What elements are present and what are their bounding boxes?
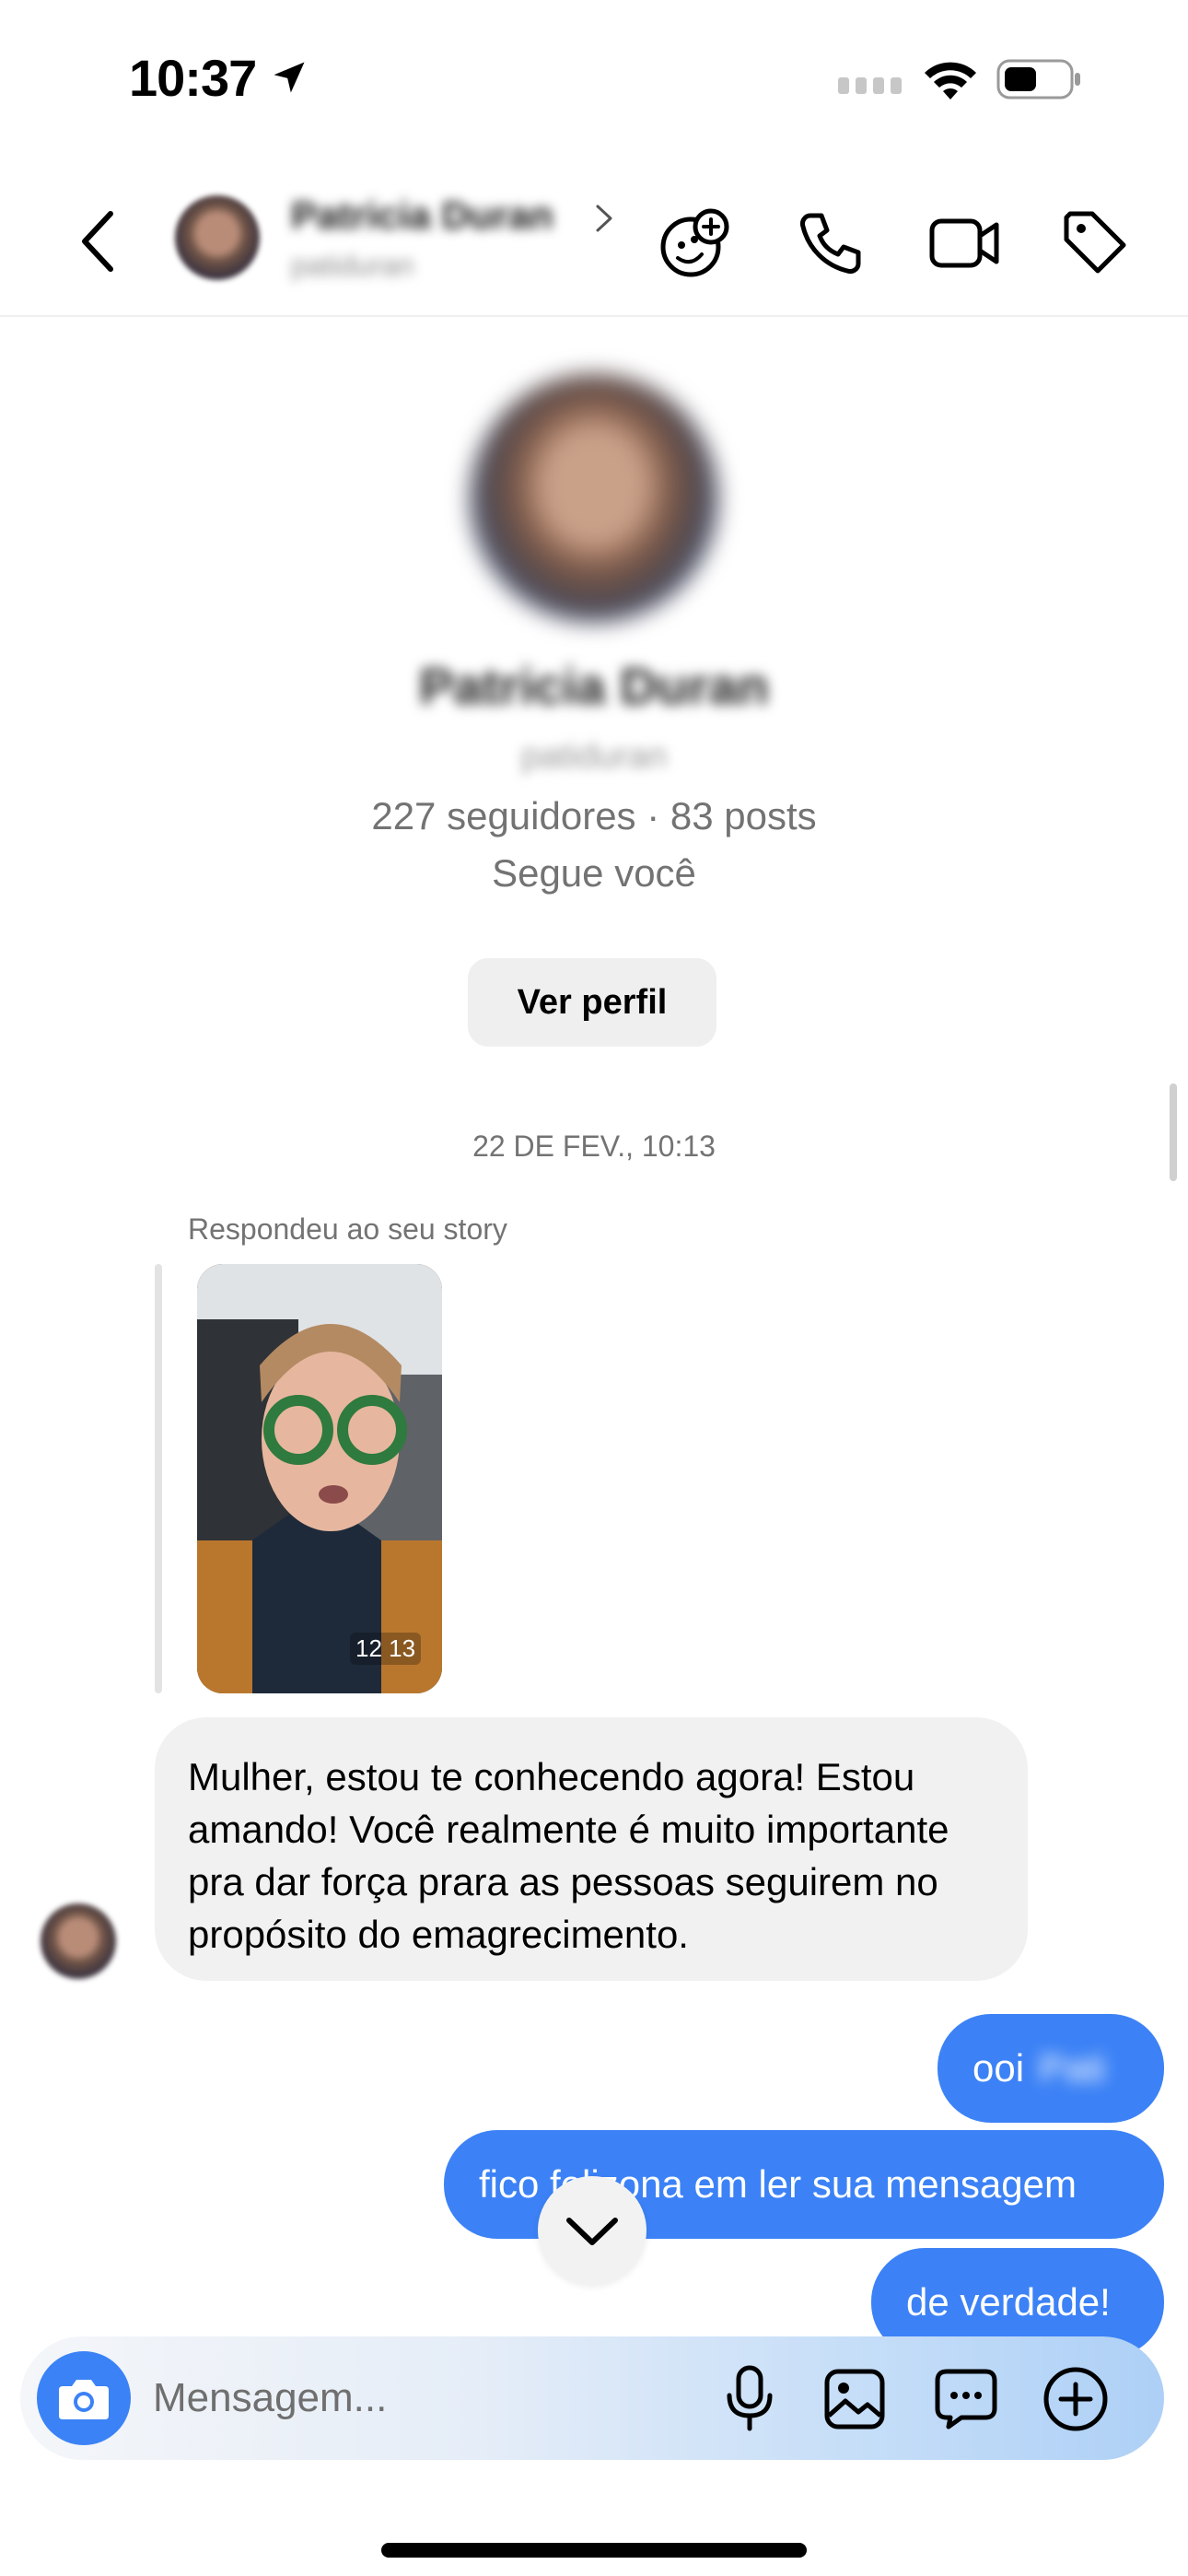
follows-you-label: Segue você: [492, 851, 696, 895]
location-arrow-icon: [274, 62, 305, 93]
header-avatar[interactable]: [175, 195, 260, 280]
camera-button[interactable]: [37, 2351, 131, 2445]
tag-icon[interactable]: [1061, 208, 1129, 276]
status-time: 10:37: [129, 49, 257, 107]
view-profile-button[interactable]: Ver perfil: [468, 958, 716, 1047]
sender-avatar[interactable]: [41, 1903, 116, 1979]
back-arrow-icon[interactable]: [72, 205, 123, 278]
sticker-message-icon[interactable]: [934, 2368, 998, 2430]
camera-icon: [59, 2380, 109, 2419]
story-thumbnail[interactable]: [197, 1264, 442, 1693]
header-contact-name[interactable]: Patricia Duran: [291, 193, 553, 238]
plus-circle-icon[interactable]: [1042, 2366, 1109, 2432]
header-contact-username[interactable]: patiduran: [291, 249, 413, 283]
reply-indicator-bar: [155, 1264, 162, 1693]
effects-face-icon[interactable]: [659, 208, 733, 278]
video-call-icon[interactable]: [928, 216, 1000, 271]
message-input[interactable]: [153, 2366, 669, 2430]
wifi-icon: [925, 62, 976, 100]
outgoing-message-bubble[interactable]: ooi Pati: [938, 2014, 1164, 2123]
battery-icon: [996, 59, 1080, 100]
profile-username: patiduran: [520, 737, 668, 776]
blurred-name-text: Pati: [1039, 2046, 1106, 2090]
story-photo-icon: [197, 1264, 442, 1693]
scroll-to-bottom-button[interactable]: [538, 2176, 646, 2285]
message-text: de verdade!: [906, 2280, 1111, 2324]
chevron-right-icon[interactable]: [593, 203, 615, 234]
microphone-icon[interactable]: [722, 2364, 777, 2432]
story-reply-label: Respondeu ao seu story: [188, 1212, 507, 1246]
date-separator: 22 DE FEV., 10:13: [472, 1130, 716, 1163]
gallery-icon[interactable]: [823, 2368, 886, 2430]
profile-name: Patricia Duran: [419, 657, 769, 715]
chevron-down-icon: [566, 2218, 618, 2245]
cellular-signal-icon: [838, 77, 902, 94]
phone-call-icon[interactable]: [798, 210, 864, 276]
profile-avatar[interactable]: [470, 374, 718, 623]
incoming-message-bubble[interactable]: Mulher, estou te conhecendo agora! Estou…: [155, 1717, 1028, 1981]
profile-stats: 227 seguidores · 83 posts: [371, 794, 817, 837]
story-timestamp: 12 13: [350, 1633, 422, 1665]
home-indicator[interactable]: [381, 2543, 807, 2558]
message-text: ooi: [973, 2046, 1025, 2090]
